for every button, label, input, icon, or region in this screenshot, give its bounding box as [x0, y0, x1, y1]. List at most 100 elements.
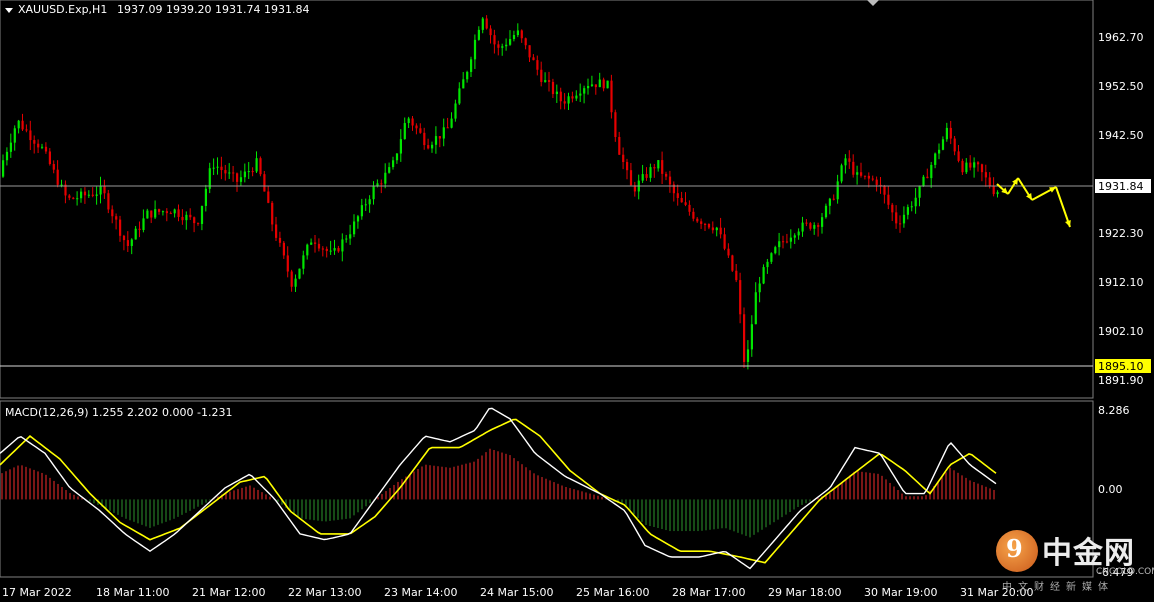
candle-body: [684, 202, 687, 205]
candle-body: [2, 160, 5, 177]
candle-body: [21, 120, 24, 130]
candle-body: [629, 170, 633, 186]
candle-body: [583, 88, 586, 94]
candle-body: [349, 234, 352, 239]
candle-body: [782, 241, 785, 243]
candle-body: [980, 164, 984, 173]
candle-body: [743, 314, 746, 362]
candle-body: [267, 191, 270, 203]
candle-body: [548, 80, 551, 82]
candle-body: [431, 144, 434, 149]
time-axis-label: 25 Mar 16:00: [576, 586, 650, 599]
candle-body: [189, 214, 192, 218]
candle-body: [544, 80, 547, 82]
candle-body: [41, 146, 44, 148]
candle-body: [154, 209, 157, 218]
chart-canvas: [0, 0, 1151, 578]
time-axis-label: 29 Mar 18:00: [768, 586, 842, 599]
candle-body: [473, 39, 477, 60]
candle-body: [33, 140, 36, 144]
candle-body: [380, 183, 383, 185]
candle-body: [938, 149, 941, 154]
candle-body: [945, 127, 948, 140]
candle-body: [103, 186, 106, 194]
candle-body: [614, 112, 617, 137]
candle-body: [458, 88, 461, 104]
candle-body: [649, 167, 652, 178]
candle-body: [212, 167, 215, 169]
candle-body: [723, 234, 726, 249]
candle-body: [778, 241, 781, 248]
candle-body: [255, 158, 258, 172]
candle-body: [575, 95, 578, 99]
price-tick-label: 1891.90: [1098, 374, 1144, 387]
candle-body: [863, 175, 867, 177]
price-tick-label: 1942.50: [1098, 129, 1144, 142]
candle-body: [840, 165, 843, 182]
candle-body: [860, 172, 863, 176]
candle-body: [13, 128, 16, 143]
cngold-watermark: 9 中金网 CNGOLD.COM.CN 中文财经新媒体: [996, 526, 1154, 598]
candle-body: [602, 79, 605, 89]
candle-body: [766, 261, 769, 268]
candle-body: [977, 162, 980, 165]
candle-body: [657, 160, 660, 169]
candle-body: [278, 237, 282, 243]
candle-body: [107, 193, 110, 210]
candle-body: [746, 349, 750, 362]
candle-body: [228, 172, 231, 174]
candle-body: [251, 171, 254, 173]
candle-body: [676, 193, 679, 198]
candle-body: [875, 179, 878, 185]
candle-body: [282, 242, 285, 256]
candle-body: [848, 158, 851, 162]
candle-body: [528, 45, 531, 58]
time-axis-label: 22 Mar 13:00: [288, 586, 362, 599]
candle-body: [497, 44, 500, 48]
macd-indicator-label: MACD(12,26,9) 1.255 2.202 0.000 -1.231: [5, 406, 233, 419]
candle-body: [610, 80, 613, 113]
candle-body: [193, 217, 196, 224]
candle-body: [134, 228, 137, 240]
candle-body: [793, 235, 796, 238]
candle-body: [364, 204, 367, 206]
candle-body: [731, 255, 734, 271]
price-tick-label: 1912.10: [1098, 276, 1144, 289]
main-chart-panel: [0, 0, 1094, 399]
candle-body: [505, 44, 508, 47]
candle-body: [286, 255, 289, 272]
candle-body: [438, 136, 441, 139]
candle-body: [953, 138, 956, 152]
candle-body: [692, 211, 695, 219]
candle-body: [99, 186, 102, 195]
candle-body: [910, 206, 913, 208]
candle-body: [532, 57, 535, 61]
candle-body: [844, 158, 847, 166]
candle-body: [922, 176, 925, 186]
time-axis-label: 17 Mar 2022: [2, 586, 72, 599]
cngold-domain: CNGOLD.COM.CN: [1096, 567, 1154, 577]
candle-body: [122, 235, 126, 241]
candle-body: [727, 248, 730, 256]
price-tick-label: 1962.70: [1098, 31, 1144, 44]
candle-body: [333, 248, 336, 251]
candle-body: [598, 79, 601, 88]
candle-body: [996, 192, 999, 195]
candle-body: [805, 222, 808, 224]
candle-body: [91, 194, 94, 196]
candle-body: [9, 142, 12, 152]
candle-body: [263, 174, 266, 192]
candle-body: [165, 211, 168, 214]
candle-body: [758, 283, 761, 293]
candle-body: [587, 86, 590, 89]
candle-body: [711, 227, 714, 231]
candle-body: [200, 205, 204, 224]
candle-body: [341, 239, 344, 252]
candle-body: [871, 178, 874, 180]
candle-body: [181, 216, 184, 221]
candle-body: [388, 167, 391, 173]
candle-body: [524, 38, 527, 46]
candle-body: [310, 242, 313, 245]
candle-body: [594, 84, 597, 88]
candle-body: [384, 172, 387, 184]
